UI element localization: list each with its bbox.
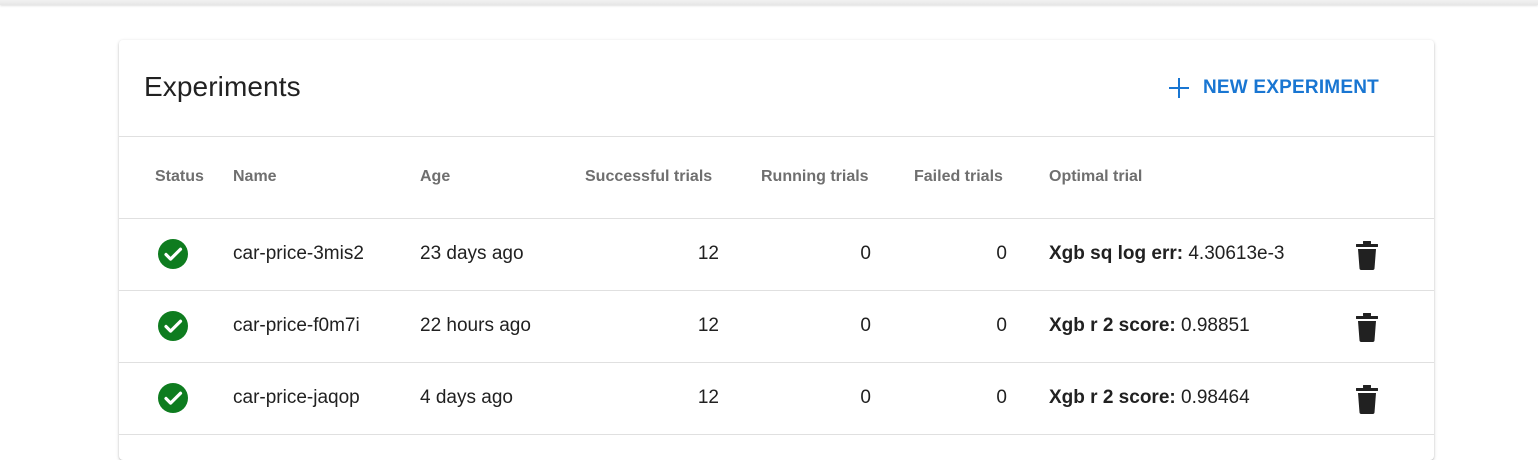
column-header-age[interactable]: Age	[420, 168, 450, 186]
page-title: Experiments	[144, 71, 301, 102]
table-row[interactable]: car-price-jaqop 4 days ago 12 0 0 Xgb r …	[119, 363, 1434, 435]
column-header-name[interactable]: Name	[233, 168, 277, 186]
trash-icon[interactable]	[1355, 312, 1379, 342]
optimal-metric-value: 4.30613e-3	[1188, 243, 1285, 264]
optimal-trial: Xgb r 2 score: 0.98464	[1049, 387, 1250, 409]
experiment-age: 23 days ago	[420, 243, 524, 264]
card-header: Experiments NEW EXPERIMENT	[119, 40, 1434, 137]
optimal-metric-value: 0.98851	[1181, 315, 1250, 336]
column-header-status[interactable]: Status	[155, 168, 204, 186]
optimal-metric-name: Xgb sq log err:	[1049, 243, 1184, 264]
optimal-metric-value: 0.98464	[1181, 387, 1250, 408]
failed-trials-count: 0	[996, 315, 1007, 336]
experiment-age: 4 days ago	[420, 387, 513, 408]
plus-icon	[1169, 78, 1189, 98]
table-row[interactable]: car-price-f0m7i 22 hours ago 12 0 0 Xgb …	[119, 291, 1434, 363]
new-experiment-label: NEW EXPERIMENT	[1203, 77, 1379, 98]
table-row[interactable]: car-price-3mis2 23 days ago 12 0 0 Xgb s…	[119, 219, 1434, 291]
failed-trials-count: 0	[996, 387, 1007, 408]
experiment-name-link[interactable]: car-price-jaqop	[233, 387, 360, 409]
experiment-name-link[interactable]: car-price-3mis2	[233, 243, 364, 265]
experiment-age: 22 hours ago	[420, 315, 531, 336]
table-header: Status Name Age Successful trials Runnin…	[119, 137, 1434, 219]
experiment-name-link[interactable]: car-price-f0m7i	[233, 315, 360, 337]
experiments-card: Experiments NEW EXPERIMENT Status Name A…	[119, 40, 1434, 460]
running-trials-count: 0	[860, 243, 871, 264]
column-header-running-trials[interactable]: Running trials	[761, 168, 869, 186]
check-circle-icon	[158, 311, 188, 341]
trash-icon[interactable]	[1355, 240, 1379, 270]
column-header-failed-trials[interactable]: Failed trials	[914, 168, 1003, 186]
trash-icon[interactable]	[1355, 384, 1379, 414]
running-trials-count: 0	[860, 315, 871, 336]
optimal-metric-name: Xgb r 2 score:	[1049, 387, 1176, 408]
successful-trials-count: 12	[697, 315, 719, 336]
successful-trials-count: 12	[697, 243, 719, 264]
optimal-metric-name: Xgb r 2 score:	[1049, 315, 1176, 336]
column-header-optimal-trial[interactable]: Optimal trial	[1049, 168, 1142, 186]
successful-trials-count: 12	[697, 387, 719, 408]
running-trials-count: 0	[860, 387, 871, 408]
column-header-successful-trials[interactable]: Successful trials	[585, 168, 712, 186]
top-bar	[0, 0, 1538, 5]
check-circle-icon	[158, 383, 188, 413]
optimal-trial: Xgb sq log err: 4.30613e-3	[1049, 243, 1285, 265]
new-experiment-button[interactable]: NEW EXPERIMENT	[1167, 70, 1379, 106]
check-circle-icon	[158, 239, 188, 269]
failed-trials-count: 0	[996, 243, 1007, 264]
optimal-trial: Xgb r 2 score: 0.98851	[1049, 315, 1250, 337]
